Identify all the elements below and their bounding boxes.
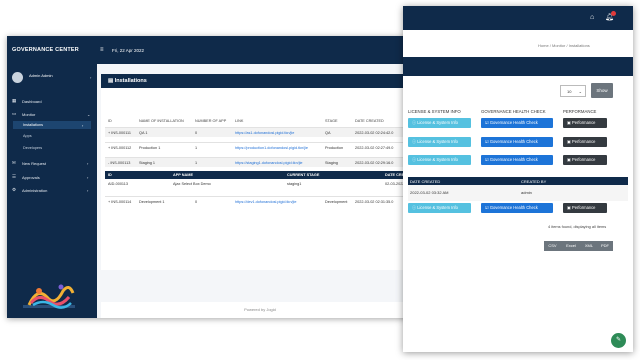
table-row[interactable]: + INS-000111 QA 1 0 https://as1.dofonand…	[105, 127, 417, 137]
nested-table-row[interactable]: 2022-03-02 03:32 AM admin	[408, 185, 628, 201]
export-pdf-button[interactable]: PDF	[597, 241, 613, 251]
footer: Powered by Jogid	[101, 302, 419, 318]
top-bar: GOVERNANCE CENTER ≡ Fri, 22 Apr 2022	[7, 36, 419, 64]
license-info-button[interactable]: ⓘ License & System Info	[408, 118, 471, 128]
home-icon[interactable]: ⌂	[590, 14, 599, 22]
page-size-select[interactable]: 10 ⌄	[560, 85, 586, 97]
chevron-down-icon: ⌄	[578, 89, 582, 94]
nested-table-header: DATE CREATED CREATED BY	[408, 177, 628, 185]
performance-button[interactable]: ▣ Performance	[563, 203, 607, 213]
column-header: LICENSE & SYSTEM INFO	[408, 109, 461, 114]
inbox-icon: ✉	[12, 160, 16, 165]
license-info-button[interactable]: ⓘ License & System Info	[408, 155, 471, 165]
sidebar-item-installations[interactable]: Installations ›	[13, 121, 91, 129]
chevron-right-icon: ›	[87, 160, 89, 166]
installation-link[interactable]: https://dev1.dofonandosl.pigid.tkn/jie	[235, 200, 296, 204]
health-check-button[interactable]: ☑ Governance Health Check	[481, 137, 553, 147]
nested-apps-table: DATE CREATED CREATED BY 2022-03-02 03:32…	[408, 177, 628, 201]
table-row[interactable]: - INS-000113 Staging 1 1 https://staging…	[105, 157, 417, 167]
chevron-right-icon: ›	[82, 124, 84, 128]
sidebar-item-new-request[interactable]: ✉ New Request ›	[12, 160, 92, 168]
sidebar-item-approvals[interactable]: ☰ Approvals ›	[12, 174, 92, 182]
license-info-button[interactable]: ⓘ License & System Info	[408, 203, 471, 213]
show-button[interactable]: Show	[591, 83, 613, 98]
chevron-down-icon: ⌄	[87, 111, 91, 117]
front-window: ⌂ 🔔︎ Home / Monitor / Installations 10 ⌄…	[403, 6, 633, 352]
monitor-icon: ▭	[12, 111, 17, 116]
current-date: Fri, 22 Apr 2022	[112, 47, 145, 53]
pencil-icon: ✎	[615, 337, 622, 343]
dashboard-icon: ▦	[12, 98, 17, 103]
chevron-right-icon: ›	[90, 75, 92, 80]
nested-table-row[interactable]: AID-000113 Ajax Select Box Demo staging1…	[105, 179, 417, 190]
avatar	[12, 72, 23, 83]
table-header: ID NAME OF INSTALLATION NUMBER OF APP LI…	[108, 119, 384, 123]
table-row[interactable]: + INS-000114 Development 1 0 https://dev…	[105, 196, 417, 206]
user-name: Admin Admin	[29, 73, 53, 78]
sidebar-item-administration[interactable]: ⚙ Administration ›	[12, 187, 92, 195]
performance-button[interactable]: ▣ Performance	[563, 155, 607, 165]
chevron-right-icon: ›	[87, 174, 89, 180]
health-check-button[interactable]: ☑ Governance Health Check	[481, 118, 553, 128]
hamburger-icon[interactable]: ≡	[100, 47, 104, 53]
export-excel-button[interactable]: Excel	[561, 241, 581, 251]
sidebar-item-monitor[interactable]: ▭ Monitor ⌄	[12, 111, 92, 119]
table-row[interactable]: + INS-000112 Production 1 1 https://prod…	[105, 142, 417, 152]
installation-link[interactable]: https://as1.dofonandosl.pigid.tkn/jie	[235, 131, 294, 135]
export-csv-button[interactable]: CSV	[544, 241, 561, 251]
gears-icon: ⚙	[12, 187, 17, 192]
user-panel[interactable]: Admin Admin ›	[12, 72, 92, 86]
column-header: GOVERNANCE HEALTH CHECK	[481, 109, 546, 114]
health-check-button[interactable]: ☑ Governance Health Check	[481, 155, 553, 165]
performance-button[interactable]: ▣ Performance	[563, 118, 607, 128]
chevron-right-icon: ›	[87, 187, 89, 193]
illustration-icon	[23, 284, 75, 309]
sidebar-item-apps[interactable]: Apps	[23, 134, 91, 142]
license-info-button[interactable]: ⓘ License & System Info	[408, 137, 471, 147]
column-header: PERFORMANCE	[563, 109, 597, 114]
page-header-band	[403, 57, 633, 76]
sidebar: Admin Admin › ▦ Dashboard ▭ Monitor ⌄ In…	[7, 64, 97, 318]
sidebar-item-dashboard[interactable]: ▦ Dashboard	[12, 98, 92, 106]
export-xml-button[interactable]: XML	[581, 241, 597, 251]
sidebar-item-developers[interactable]: Developers	[23, 146, 91, 154]
edit-fab-button[interactable]: ✎	[611, 333, 626, 348]
notification-badge	[611, 11, 616, 16]
top-bar: ⌂ 🔔︎	[403, 6, 633, 30]
installation-link[interactable]: https://production1.dofonandosl.pigid.tk…	[235, 146, 308, 150]
card-title: ▤ Installations	[101, 74, 417, 88]
checklist-icon: ☰	[12, 174, 17, 179]
brand-title: GOVERNANCE CENTER	[12, 47, 79, 53]
items-found-text: 4 items found, displaying all items	[548, 224, 607, 229]
performance-button[interactable]: ▣ Performance	[563, 137, 607, 147]
table-icon: ▤	[108, 78, 115, 84]
health-check-button[interactable]: ☑ Governance Health Check	[481, 203, 553, 213]
breadcrumb[interactable]: Home / Monitor / Installations	[538, 43, 590, 48]
installation-link[interactable]: https://staging1.dofonandosl.pigid.tkn/j…	[235, 161, 303, 165]
nested-table-header: ID APP NAME CURRENT STAGE DATE CREATED	[105, 171, 417, 179]
nested-apps-table: ID APP NAME CURRENT STAGE DATE CREATED A…	[105, 171, 417, 191]
